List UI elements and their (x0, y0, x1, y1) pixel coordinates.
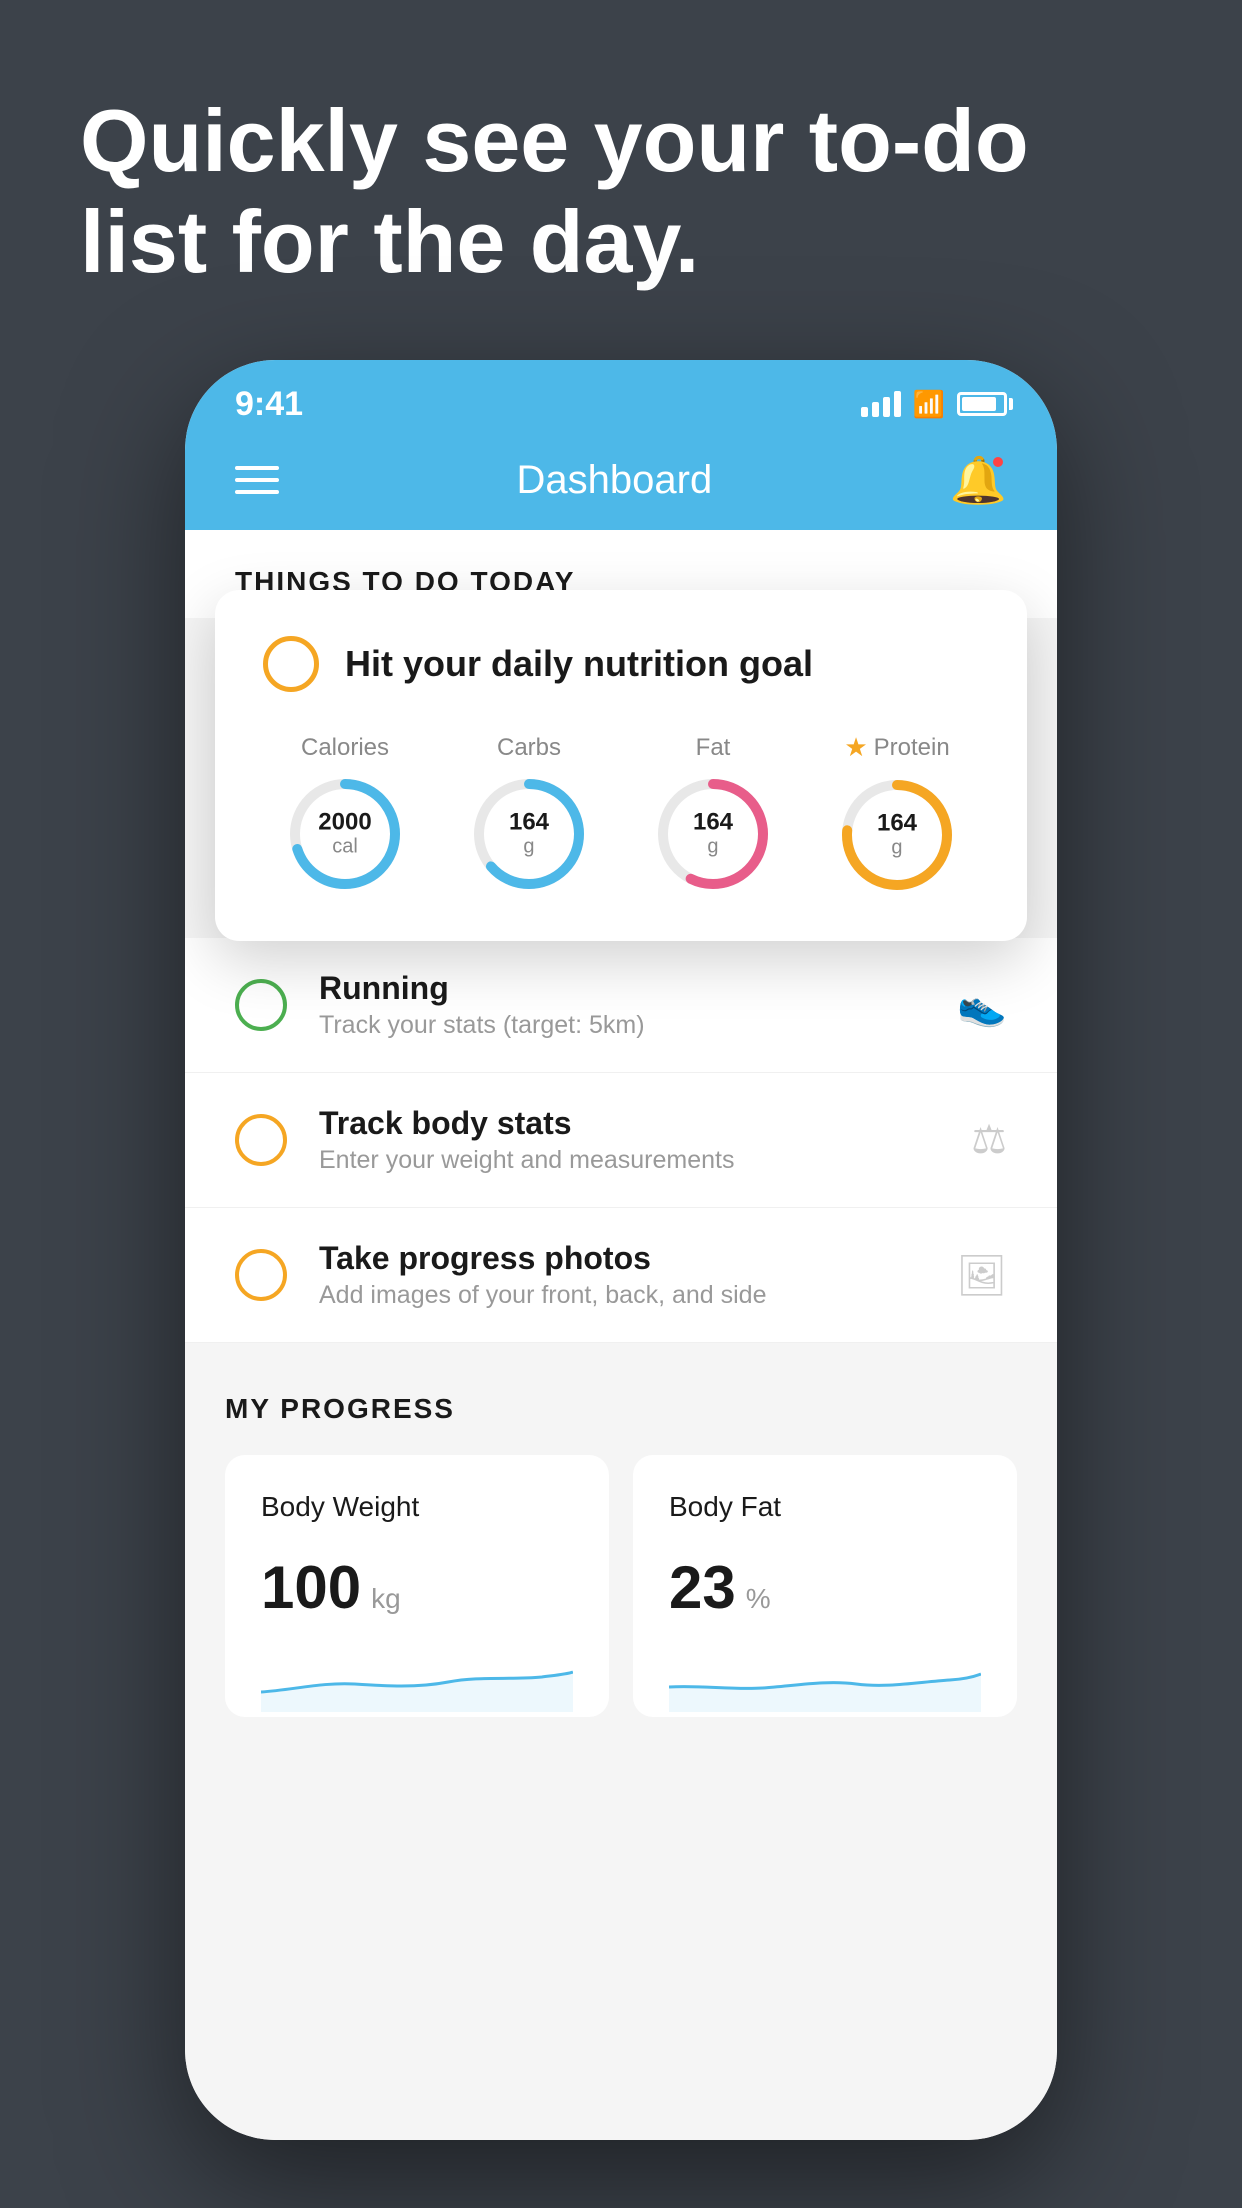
todo-running[interactable]: Running Track your stats (target: 5km) 👟 (185, 938, 1057, 1073)
calories-unit: cal (318, 835, 371, 858)
todo-name-body-stats: Track body stats (319, 1105, 939, 1142)
signal-icon (861, 391, 901, 417)
todo-text-running: Running Track your stats (target: 5km) (319, 970, 925, 1040)
todo-desc-running: Track your stats (target: 5km) (319, 1011, 925, 1040)
body-fat-unit: % (746, 1583, 771, 1615)
calories-label: Calories (301, 734, 389, 762)
todo-name-progress-photos: Take progress photos (319, 1240, 924, 1277)
card-title: Hit your daily nutrition goal (345, 643, 813, 685)
fat-unit: g (693, 835, 733, 858)
photo-icon: 🖼 (956, 1252, 1007, 1299)
body-weight-card[interactable]: Body Weight 100 kg (225, 1455, 609, 1717)
todo-desc-body-stats: Enter your weight and measurements (319, 1146, 939, 1175)
todo-text-body-stats: Track body stats Enter your weight and m… (319, 1105, 939, 1175)
status-icons: 📶 (861, 389, 1007, 420)
fat-ring: 164 g (653, 774, 773, 894)
todo-circle-body-stats (235, 1114, 287, 1166)
todo-progress-photos[interactable]: Take progress photos Add images of your … (185, 1208, 1057, 1343)
protein-value: 164 (877, 810, 917, 836)
todo-circle-progress-photos (235, 1249, 287, 1301)
phone-shell: 9:41 📶 Dashboard (185, 360, 1057, 2140)
card-header: Hit your daily nutrition goal (263, 636, 979, 692)
nav-title: Dashboard (517, 458, 713, 503)
carbs-ring: 164 g (469, 774, 589, 894)
battery-icon (957, 392, 1007, 416)
wifi-icon: 📶 (913, 389, 945, 420)
body-fat-chart (669, 1652, 981, 1712)
calories-item: Calories 2000 cal (285, 734, 405, 894)
hamburger-line (235, 478, 279, 482)
notification-badge (991, 455, 1005, 469)
nutrition-card: Hit your daily nutrition goal Calories (215, 590, 1027, 941)
phone-container: 9:41 📶 Dashboard (185, 360, 1057, 2140)
body-weight-value: 100 (261, 1553, 361, 1622)
carbs-unit: g (509, 835, 549, 858)
app-content: THINGS TO DO TODAY Hit your daily nutrit… (185, 530, 1057, 2140)
scale-icon: ⚖ (971, 1117, 1007, 1163)
todo-list: Running Track your stats (target: 5km) 👟… (185, 938, 1057, 1343)
hamburger-line (235, 490, 279, 494)
todo-text-progress-photos: Take progress photos Add images of your … (319, 1240, 924, 1310)
hamburger-line (235, 466, 279, 470)
body-fat-card[interactable]: Body Fat 23 % (633, 1455, 1017, 1717)
status-bar: 9:41 📶 (185, 360, 1057, 430)
progress-title: MY PROGRESS (225, 1393, 1017, 1425)
protein-item: ★ Protein 164 g (837, 732, 957, 895)
progress-cards: Body Weight 100 kg Body Fat (225, 1455, 1017, 1717)
fat-value: 164 (693, 809, 733, 835)
check-circle[interactable] (263, 636, 319, 692)
todo-body-stats[interactable]: Track body stats Enter your weight and m… (185, 1073, 1057, 1208)
body-weight-unit: kg (371, 1583, 401, 1615)
hero-section: Quickly see your to-do list for the day. (80, 90, 1162, 292)
progress-section: MY PROGRESS Body Weight 100 kg (185, 1343, 1057, 1757)
nutrition-row: Calories 2000 cal (263, 732, 979, 895)
notification-button[interactable]: 🔔 (950, 453, 1007, 508)
todo-desc-progress-photos: Add images of your front, back, and side (319, 1281, 924, 1310)
fat-label: Fat (696, 734, 731, 762)
star-icon: ★ (844, 732, 867, 763)
protein-label: ★ Protein (844, 732, 949, 763)
menu-button[interactable] (235, 466, 279, 494)
body-fat-value-row: 23 % (669, 1553, 981, 1622)
nav-bar: Dashboard 🔔 (185, 430, 1057, 530)
calories-ring: 2000 cal (285, 774, 405, 894)
carbs-value: 164 (509, 809, 549, 835)
protein-label-text: Protein (874, 734, 950, 762)
hero-title: Quickly see your to-do list for the day. (80, 90, 1162, 292)
body-fat-value: 23 (669, 1553, 736, 1622)
protein-ring: 164 g (837, 775, 957, 895)
carbs-item: Carbs 164 g (469, 734, 589, 894)
protein-unit: g (877, 837, 917, 860)
body-weight-chart (261, 1652, 573, 1712)
running-icon: 👟 (957, 982, 1007, 1029)
calories-value: 2000 (318, 809, 371, 835)
status-time: 9:41 (235, 385, 303, 424)
body-weight-card-title: Body Weight (261, 1491, 573, 1523)
carbs-label: Carbs (497, 734, 561, 762)
fat-item: Fat 164 g (653, 734, 773, 894)
body-weight-value-row: 100 kg (261, 1553, 573, 1622)
body-fat-card-title: Body Fat (669, 1491, 981, 1523)
todo-name-running: Running (319, 970, 925, 1007)
todo-circle-running (235, 979, 287, 1031)
